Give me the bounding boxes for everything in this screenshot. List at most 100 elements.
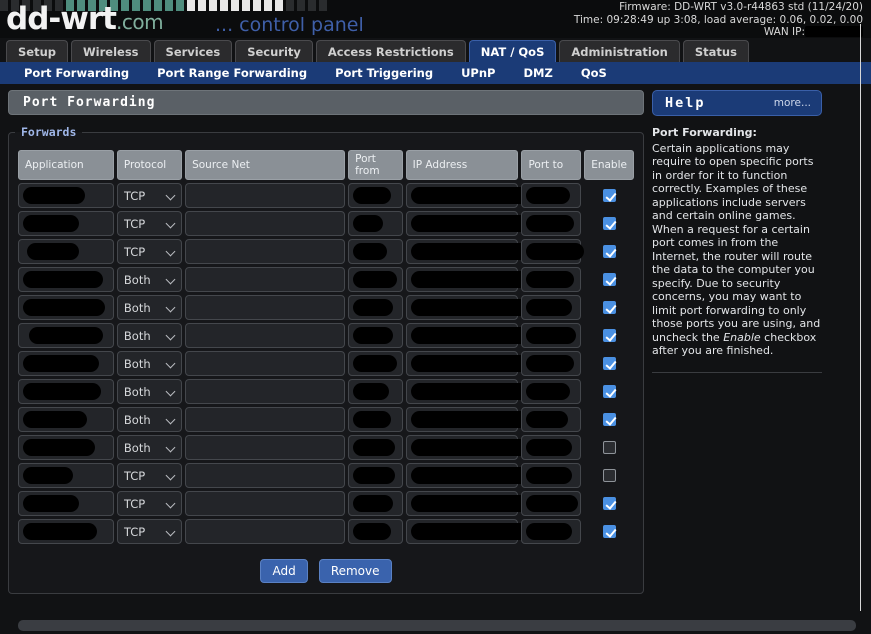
enable-checkbox[interactable] [602, 525, 616, 538]
port-to-input[interactable] [521, 239, 585, 264]
port-to-input[interactable] [521, 351, 582, 376]
protocol-select[interactable]: TCPUDPBoth [116, 183, 183, 208]
port-from-input[interactable] [348, 323, 403, 348]
application-input[interactable] [18, 323, 114, 348]
source-net-input[interactable] [185, 239, 346, 264]
ip-address-input[interactable] [405, 519, 547, 544]
source-net-input[interactable] [185, 435, 346, 460]
enable-checkbox[interactable] [602, 357, 616, 370]
ip-address-input[interactable] [405, 183, 539, 208]
ip-address-input[interactable] [405, 435, 545, 460]
enable-checkbox[interactable] [602, 441, 616, 454]
application-input[interactable] [18, 295, 114, 320]
port-from-input[interactable] [348, 407, 403, 432]
application-input[interactable] [18, 519, 114, 544]
sub-tab-port-forwarding[interactable]: Port Forwarding [10, 62, 143, 84]
add-button[interactable]: Add [260, 559, 308, 583]
ip-address-input[interactable] [405, 323, 541, 348]
protocol-select[interactable]: TCPUDPBoth [116, 211, 183, 236]
protocol-select[interactable]: TCPUDPBoth [116, 295, 183, 320]
protocol-select[interactable]: TCPUDPBoth [116, 435, 183, 460]
main-tab-services[interactable]: Services [153, 40, 233, 62]
protocol-select[interactable]: TCPUDPBoth [116, 351, 183, 376]
ip-address-input[interactable] [405, 491, 541, 516]
protocol-select[interactable]: TCPUDPBoth [116, 491, 183, 516]
ip-address-input[interactable] [405, 351, 537, 376]
port-to-input[interactable] [521, 463, 582, 488]
protocol-select[interactable]: TCPUDPBoth [116, 519, 183, 544]
protocol-select[interactable]: TCPUDPBoth [116, 407, 183, 432]
enable-checkbox[interactable] [602, 273, 616, 286]
main-tab-setup[interactable]: Setup [6, 40, 68, 62]
source-net-input[interactable] [185, 491, 346, 516]
source-net-input[interactable] [185, 183, 346, 208]
source-net-input[interactable] [185, 407, 346, 432]
port-to-input[interactable] [521, 519, 582, 544]
port-to-input[interactable] [521, 323, 582, 348]
main-tab-nat-qos[interactable]: NAT / QoS [468, 40, 557, 62]
port-from-input[interactable] [348, 267, 403, 292]
enable-checkbox[interactable] [602, 217, 616, 230]
port-to-input[interactable] [521, 379, 582, 404]
port-from-input[interactable] [348, 491, 403, 516]
port-to-input[interactable] [521, 295, 582, 320]
protocol-select[interactable]: TCPUDPBoth [116, 323, 183, 348]
port-to-input[interactable] [521, 435, 582, 460]
application-input[interactable] [18, 435, 114, 460]
port-to-input[interactable] [521, 407, 582, 432]
source-net-input[interactable] [185, 463, 346, 488]
enable-checkbox[interactable] [602, 189, 616, 202]
main-tab-administration[interactable]: Administration [559, 40, 680, 62]
port-from-input[interactable] [348, 239, 403, 264]
sub-tab-port-range-forwarding[interactable]: Port Range Forwarding [143, 62, 321, 84]
main-tab-access-restrictions[interactable]: Access Restrictions [315, 40, 466, 62]
remove-button[interactable]: Remove [318, 559, 392, 583]
port-from-input[interactable] [348, 351, 403, 376]
ip-address-input[interactable] [405, 239, 543, 264]
ip-address-input[interactable] [405, 463, 545, 488]
protocol-select[interactable]: TCPUDPBoth [116, 379, 183, 404]
main-tab-wireless[interactable]: Wireless [71, 40, 151, 62]
port-to-input[interactable] [521, 211, 582, 236]
source-net-input[interactable] [185, 295, 346, 320]
ip-address-input[interactable] [405, 295, 539, 320]
enable-checkbox[interactable] [602, 497, 616, 510]
help-header[interactable]: Help more... [652, 90, 822, 116]
enable-checkbox[interactable] [602, 301, 616, 314]
application-input[interactable] [18, 463, 114, 488]
enable-checkbox[interactable] [602, 245, 616, 258]
port-to-input[interactable] [521, 183, 582, 208]
source-net-input[interactable] [185, 267, 346, 292]
source-net-input[interactable] [185, 351, 346, 376]
enable-checkbox[interactable] [602, 385, 616, 398]
sub-tab-upnp[interactable]: UPnP [447, 62, 509, 84]
main-tab-status[interactable]: Status [682, 40, 749, 62]
protocol-select[interactable]: TCPUDPBoth [116, 267, 183, 292]
ip-address-input[interactable] [405, 379, 545, 404]
port-from-input[interactable] [348, 183, 403, 208]
application-input[interactable] [18, 379, 114, 404]
application-input[interactable] [18, 407, 114, 432]
enable-checkbox[interactable] [602, 469, 616, 482]
sub-tab-port-triggering[interactable]: Port Triggering [321, 62, 447, 84]
port-from-input[interactable] [348, 379, 403, 404]
port-from-input[interactable] [348, 295, 403, 320]
main-tab-security[interactable]: Security [235, 40, 313, 62]
application-input[interactable] [18, 183, 114, 208]
enable-checkbox[interactable] [602, 329, 616, 342]
sub-tab-dmz[interactable]: DMZ [509, 62, 566, 84]
source-net-input[interactable] [185, 211, 346, 236]
port-from-input[interactable] [348, 519, 403, 544]
protocol-select[interactable]: TCPUDPBoth [116, 239, 183, 264]
enable-checkbox[interactable] [602, 413, 616, 426]
source-net-input[interactable] [185, 323, 346, 348]
horizontal-scrollbar[interactable] [18, 620, 856, 631]
protocol-select[interactable]: TCPUDPBoth [116, 463, 183, 488]
ip-address-input[interactable] [405, 211, 543, 236]
port-from-input[interactable] [348, 435, 403, 460]
source-net-input[interactable] [185, 519, 346, 544]
port-to-input[interactable] [521, 267, 582, 292]
help-more-link[interactable]: more... [774, 97, 811, 109]
source-net-input[interactable] [185, 379, 346, 404]
port-from-input[interactable] [348, 463, 403, 488]
